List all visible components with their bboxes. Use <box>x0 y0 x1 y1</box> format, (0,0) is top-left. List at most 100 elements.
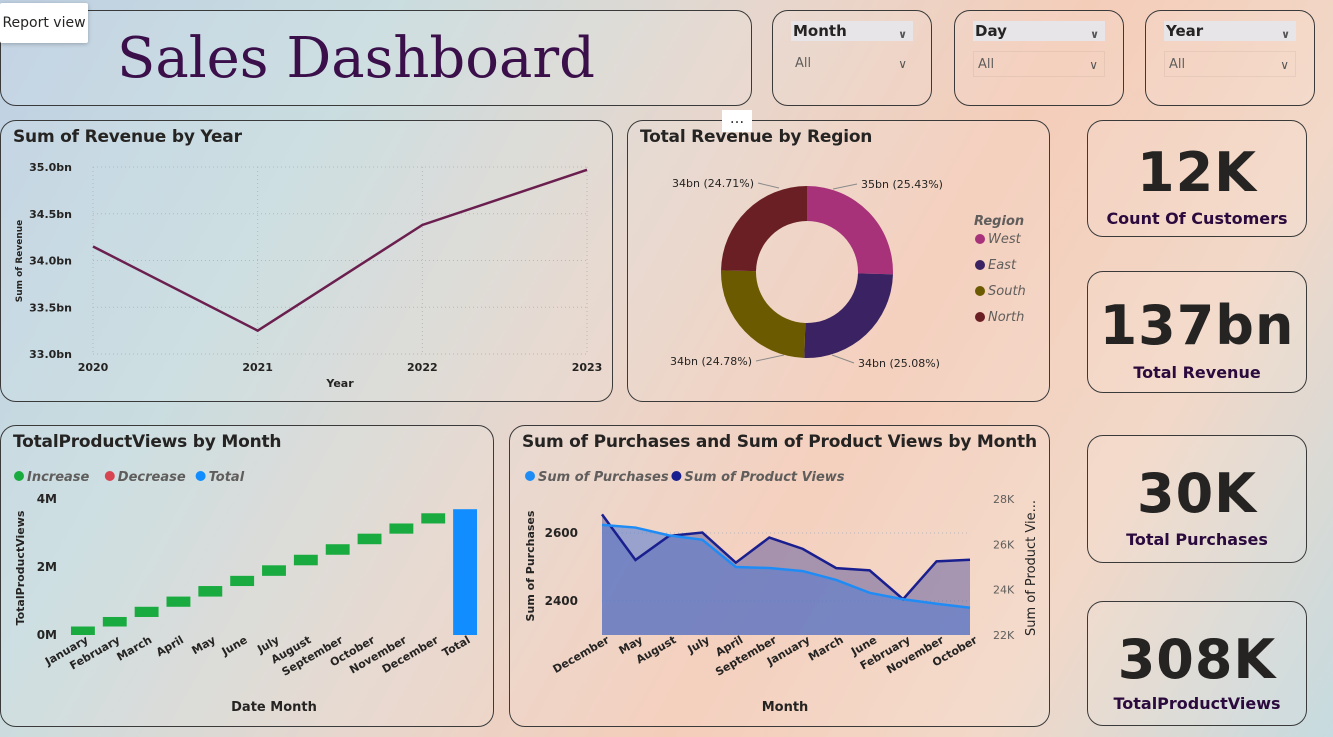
leader-line <box>757 182 780 189</box>
x-axis-label: Month <box>762 700 809 715</box>
series-line-revenue <box>92 168 588 333</box>
legend-marker <box>975 286 985 296</box>
waterfall-bar <box>230 575 255 587</box>
kpi-views-card: 308K TotalProductViews <box>1087 601 1307 726</box>
y-tick-label: 35.0bn <box>29 161 72 174</box>
leader-line <box>755 354 785 362</box>
kpi-purchases-card: 30K Total Purchases <box>1087 435 1307 563</box>
slicer-day-value[interactable]: All ∨ <box>973 51 1105 77</box>
legend-marker <box>525 471 535 481</box>
area-purchases <box>602 524 970 635</box>
revenue-by-region-card: Total Revenue by Region 35bn (25.43%) 34b… <box>627 120 1050 402</box>
area-chart: 2400260022K24K26K28KDecember MayAugust Jul… <box>524 470 1039 715</box>
chevron-down-icon[interactable]: ∨ <box>898 25 907 45</box>
x-axis-label: Date Month <box>231 700 317 715</box>
legend-item: Sum of Product Views <box>684 470 844 485</box>
legend-marker <box>671 471 682 481</box>
kpi-views-label: TotalProductViews <box>1113 694 1281 713</box>
y-tick-label: 2600 <box>545 526 578 540</box>
x-tick-label: Total <box>440 633 473 659</box>
legend-item-total: Total <box>209 470 245 485</box>
x-tick-label: April <box>154 633 186 659</box>
slicer-month-label: Month ∨ <box>791 21 913 41</box>
y2-axis-label: Sum of Product Vie... <box>1024 500 1039 636</box>
donut-slice-west <box>807 186 893 275</box>
kpi-revenue-label: Total Revenue <box>1133 363 1261 382</box>
y-axis-label: TotalProductViews <box>14 510 27 625</box>
legend-marker <box>195 471 206 481</box>
report-view-chip[interactable]: Report view <box>0 3 88 43</box>
kpi-purchases-value: 30K <box>1137 462 1257 525</box>
x-tick-label: 2023 <box>572 361 603 374</box>
x-tick-label: July <box>685 633 712 656</box>
legend-item: Sum of Purchases <box>538 470 669 485</box>
x-tick-label: 2022 <box>407 361 438 374</box>
slice-data-label: 34bn (24.78%) <box>670 355 752 368</box>
donut-slice-south <box>721 270 806 358</box>
kpi-revenue-card: 137bn Total Revenue <box>1087 271 1307 393</box>
waterfall-bar <box>453 509 478 635</box>
kpi-customers-value: 12K <box>1137 141 1257 204</box>
y-tick-label: 34.5bn <box>29 208 72 221</box>
slicer-year-value[interactable]: All ∨ <box>1164 51 1296 77</box>
y-tick-label: 34.0bn <box>29 255 72 268</box>
chevron-down-icon[interactable]: ∨ <box>1280 52 1289 78</box>
revenue-by-year-card: Sum of Revenue by Year 33.0bn 33.5bn 34.0b… <box>0 120 613 402</box>
dashboard-title: Sales Dashboard <box>117 25 595 91</box>
slicer-month-value[interactable]: All ∨ <box>791 51 913 77</box>
chevron-down-icon[interactable]: ∨ <box>898 51 907 77</box>
kpi-purchases-label: Total Purchases <box>1126 530 1268 549</box>
y-axis-label: Sum of Revenue <box>15 220 25 303</box>
waterfall-bar <box>102 616 127 627</box>
chevron-down-icon[interactable]: ∨ <box>1090 25 1099 45</box>
y2-tick-label: 28K <box>993 493 1015 506</box>
y-tick-label: 0M <box>37 628 57 642</box>
legend-item-north: North <box>988 310 1024 325</box>
leader-line <box>831 354 855 364</box>
slicer-month[interactable]: Month ∨ All ∨ <box>772 10 932 106</box>
kpi-revenue-value: 137bn <box>1099 294 1295 357</box>
waterfall-bar <box>325 544 350 555</box>
revenue-line-chart: 33.0bn 33.5bn 34.0bn 34.5bn 35.0bn 2020 2021 20… <box>15 161 603 390</box>
more-options-button[interactable]: ... <box>722 110 752 132</box>
waterfall-bar <box>389 523 414 534</box>
slice-data-label: 34bn (24.71%) <box>672 177 754 190</box>
slicer-year[interactable]: Year ∨ All ∨ <box>1145 10 1315 106</box>
y-tick-label: 2400 <box>545 594 578 608</box>
purchases-views-card: Sum of Purchases and Sum of Product View… <box>509 425 1050 727</box>
chevron-down-icon[interactable]: ∨ <box>1281 25 1290 45</box>
waterfall-bar <box>421 513 446 524</box>
slicer-year-label: Year ∨ <box>1164 21 1296 41</box>
waterfall-bar <box>198 586 223 597</box>
y2-tick-label: 26K <box>993 538 1015 551</box>
title-card: Sales Dashboard <box>0 10 752 106</box>
waterfall-chart: 0M2M4MIncrease Decrease TotalJanuaryFebrua… <box>14 470 478 715</box>
legend-marker <box>14 471 24 481</box>
x-tick-label: May <box>189 633 217 657</box>
slicer-day[interactable]: Day ∨ All ∨ <box>954 10 1124 106</box>
legend-title: Region <box>974 214 1024 229</box>
kpi-customers-label: Count Of Customers <box>1106 209 1288 228</box>
x-tick-label: March <box>115 633 155 663</box>
y-tick-label: 2M <box>37 560 57 574</box>
x-tick-label: 2020 <box>78 361 109 374</box>
slicer-day-label: Day ∨ <box>973 21 1105 41</box>
waterfall-bar <box>262 565 286 576</box>
waterfall-bar <box>166 596 191 607</box>
donut-slice-north <box>721 186 807 272</box>
x-tick-label: December <box>551 633 612 676</box>
product-views-by-month-card: TotalProductViews by Month 0M 2M 4M Increas… <box>0 425 494 727</box>
legend-marker <box>975 260 985 270</box>
legend-item-east: East <box>988 258 1017 273</box>
waterfall-bar <box>293 554 318 566</box>
kpi-customers-card: 12K Count Of Customers <box>1087 120 1307 237</box>
legend-item-increase: Increase <box>27 470 90 485</box>
waterfall-bar <box>357 533 382 545</box>
legend-item-south: South <box>988 284 1026 299</box>
y-tick-label: 4M <box>37 492 57 506</box>
y-axis-label: Sum of Purchases <box>524 510 537 621</box>
kpi-views-value: 308K <box>1117 628 1277 691</box>
donut-slice-east <box>804 273 893 358</box>
chevron-down-icon[interactable]: ∨ <box>1089 52 1098 78</box>
slice-data-label: 34bn (25.08%) <box>858 357 940 370</box>
